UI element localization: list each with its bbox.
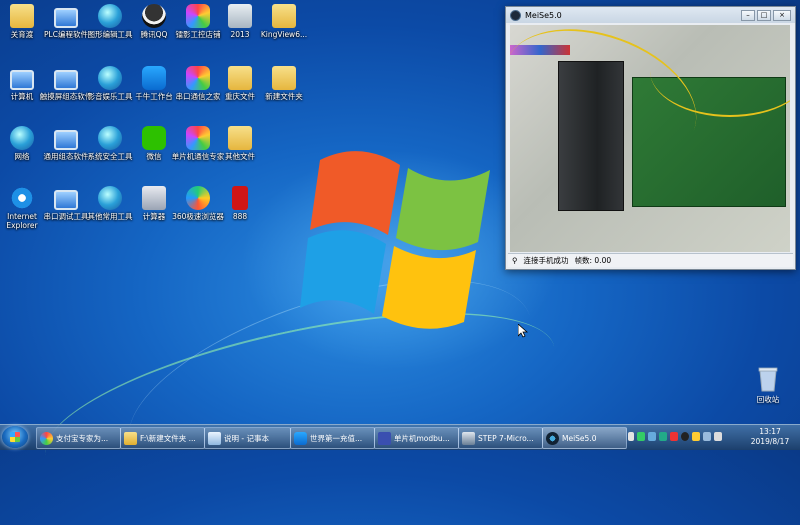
globe-icon <box>98 4 122 28</box>
tray-app-icon[interactable] <box>670 432 678 441</box>
icon-label: 新建文件夹 <box>265 92 303 101</box>
color-app-icon <box>186 126 210 150</box>
taskbar-item-mcu[interactable]: 单片机modbu... <box>374 427 459 449</box>
desktop-icon-new-folder[interactable]: 新建文件夹 <box>256 66 312 101</box>
icon-label: 计算器 <box>142 212 166 221</box>
desktop-icon-other-files[interactable]: 其他文件 <box>212 126 268 161</box>
qianniu-icon <box>294 431 307 445</box>
meise-app-icon <box>546 431 559 445</box>
computer-icon <box>54 130 78 150</box>
icon-label: 2013 <box>230 30 250 39</box>
folder-icon <box>10 4 34 28</box>
windows-logo-wallpaper <box>300 151 490 329</box>
notepad-icon <box>208 431 221 445</box>
qq-tray-icon[interactable] <box>681 432 689 441</box>
globe-icon <box>98 126 122 150</box>
icon-label: 微信 <box>146 152 162 161</box>
volume-icon[interactable] <box>714 432 722 441</box>
taskbar-clock[interactable]: 13:17 2019/8/17 <box>744 427 796 447</box>
taskbar-item-qianniu[interactable]: 世界第一充值... <box>290 427 375 449</box>
red-envelope-icon <box>232 186 248 210</box>
clock-time: 13:17 <box>759 427 781 436</box>
folder-icon <box>228 66 252 90</box>
folder-icon <box>228 126 252 150</box>
start-button[interactable] <box>2 426 28 448</box>
folder-icon <box>272 66 296 90</box>
browser-360-icon <box>186 186 210 210</box>
taskbar-item-folder[interactable]: F:\新建文件夹 ... <box>120 427 205 449</box>
desktop-icon-kingview[interactable]: KingView6... <box>256 4 312 39</box>
recycle-icon <box>228 4 252 28</box>
taskbar-item-label: MeiSe5.0 <box>562 433 597 443</box>
computer-icon <box>54 70 78 90</box>
icon-label: 关育渡 <box>10 30 34 39</box>
qq-penguin-icon <box>142 4 166 28</box>
windows-flag-icon <box>10 432 20 442</box>
color-app-icon <box>186 66 210 90</box>
folder-icon <box>272 4 296 28</box>
taskbar-item-label: 单片机modbu... <box>394 433 450 443</box>
meise-app-icon <box>510 9 521 21</box>
camera-video-feed <box>510 25 790 252</box>
clock-date: 2019/8/17 <box>750 437 790 446</box>
icon-label: 回收站 <box>756 395 780 404</box>
taskbar: 支付宝专家为... F:\新建文件夹 ... 说明 - 记事本 世界第一充值..… <box>0 424 800 450</box>
window-status-bar: ⚲ 连接手机成功 帧数: 0.00 <box>508 253 793 267</box>
calculator-icon <box>142 186 166 210</box>
taskbar-item-label: 说明 - 记事本 <box>224 433 269 443</box>
tray-app-icon[interactable] <box>637 432 645 441</box>
icon-label: KingView6... <box>260 30 308 39</box>
color-app-icon <box>40 431 53 445</box>
mcu-app-icon <box>378 431 391 445</box>
taskbar-item-meise[interactable]: MeiSe5.0 <box>542 427 627 449</box>
chevron-up-icon[interactable] <box>628 432 634 441</box>
status-fps-text: 帧数: 0.00 <box>574 256 612 265</box>
taskbar-item-alipay[interactable]: 支付宝专家为... <box>36 427 121 449</box>
icon-label: 888 <box>232 212 248 221</box>
tray-app-icon[interactable] <box>648 432 656 441</box>
tray-app-icon[interactable] <box>659 432 667 441</box>
wechat-icon <box>142 126 166 150</box>
window-title-bar[interactable]: MeiSe5.0 – □ × <box>506 7 795 23</box>
globe-icon <box>98 186 122 210</box>
tray-app-icon[interactable] <box>692 432 700 441</box>
qianniu-icon <box>142 66 166 90</box>
taskbar-item-label: 世界第一充值... <box>310 433 363 443</box>
window-title: MeiSe5.0 <box>525 10 562 20</box>
icon-label: 计算机 <box>10 92 34 101</box>
taskbar-item-label: 支付宝专家为... <box>56 433 109 443</box>
window-controls: – □ × <box>741 10 791 21</box>
icon-label: 重庆文件 <box>225 92 255 101</box>
network-icon <box>10 126 34 150</box>
status-connect-text: 连接手机成功 <box>523 256 569 265</box>
globe-icon <box>98 66 122 90</box>
computer-icon <box>10 70 34 90</box>
taskbar-item-step7[interactable]: STEP 7-Micro... <box>458 427 543 449</box>
computer-icon <box>54 8 78 28</box>
desktop-icon-recycle-bin[interactable]: 回收站 <box>748 366 788 405</box>
recycle-bin-icon <box>758 367 778 392</box>
color-app-icon <box>186 4 210 28</box>
desktop-icon-888[interactable]: 888 <box>212 186 268 221</box>
minimize-button[interactable]: – <box>741 10 755 21</box>
status-indicator-icon: ⚲ <box>512 256 518 265</box>
network-tray-icon[interactable] <box>703 432 711 441</box>
taskbar-item-label: F:\新建文件夹 ... <box>140 433 196 443</box>
step7-icon <box>462 431 475 445</box>
icon-label: 网络 <box>14 152 30 161</box>
icon-label: 千牛工作台 <box>135 92 173 101</box>
maximize-button[interactable]: □ <box>757 10 771 21</box>
close-button[interactable]: × <box>773 10 791 21</box>
system-tray <box>628 432 722 441</box>
taskbar-item-label: STEP 7-Micro... <box>478 433 534 443</box>
icon-label: 其他文件 <box>225 152 255 161</box>
icon-label: 腾讯QQ <box>140 30 168 39</box>
meise-window[interactable]: MeiSe5.0 – □ × ⚲ 连接手机成功 帧数: 0.00 <box>505 6 796 270</box>
icon-label: Internet Explorer <box>6 212 38 230</box>
mouse-cursor-icon <box>518 324 528 338</box>
computer-icon <box>54 190 78 210</box>
folder-icon <box>124 431 137 445</box>
taskbar-item-notepad[interactable]: 说明 - 记事本 <box>204 427 291 449</box>
ie-icon <box>10 186 34 210</box>
